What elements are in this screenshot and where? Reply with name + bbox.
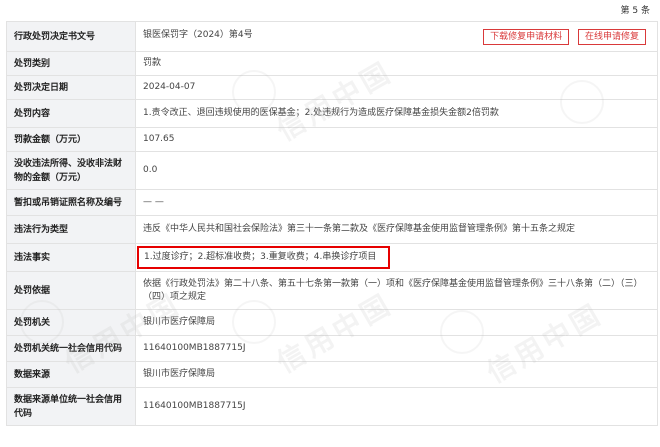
- label-data-source: 数据来源: [6, 361, 136, 388]
- value-source-credit-code: 11640100MB1887715J: [135, 387, 658, 426]
- table-row: 违法事实 1.过度诊疗；2.超标准收费；3.重复收费；4.串换诊疗项目: [6, 243, 658, 272]
- table-row: 处罚机关 银川市医疗保障局: [6, 309, 658, 336]
- download-repair-materials-button[interactable]: 下载修复申请材料: [483, 28, 570, 45]
- table-row: 数据来源 银川市医疗保障局: [6, 361, 658, 388]
- online-repair-application-button[interactable]: 在线申请修复: [577, 28, 646, 45]
- table-row: 罚款金额（万元） 107.65: [6, 127, 658, 152]
- table-row: 处罚依据 依据《行政处罚法》第二十八条、第五十七条第一款第（一）项和《医疗保障基…: [6, 271, 658, 310]
- value-fine-amount: 107.65: [135, 127, 658, 152]
- table-row: 处罚类别 罚款: [6, 51, 658, 76]
- table-row: 数据来源单位统一社会信用代码 11640100MB1887715J: [6, 387, 658, 426]
- label-penalty-category: 处罚类别: [6, 51, 136, 76]
- table-row: 暂扣或吊销证照名称及编号 — —: [6, 189, 658, 216]
- label-decision-number: 行政处罚决定书文号: [6, 21, 136, 52]
- label-penalty-basis: 处罚依据: [6, 271, 136, 310]
- table-row: 处罚内容 1.责令改正、退回违规使用的医保基金；2.处违规行为造成医疗保障基金损…: [6, 99, 658, 128]
- label-penalty-authority: 处罚机关: [6, 309, 136, 336]
- value-penalty-category: 罚款: [135, 51, 658, 76]
- label-confiscation-amount: 没收违法所得、没收非法财物的金额（万元）: [6, 151, 136, 190]
- penalty-detail-table: 行政处罚决定书文号 银医保罚字（2024）第4号 下载修复申请材料 在线申请修复…: [6, 21, 658, 426]
- violation-facts-highlight: 1.过度诊疗；2.超标准收费；3.重复收费；4.串换诊疗项目: [137, 246, 391, 269]
- label-decision-date: 处罚决定日期: [6, 75, 136, 100]
- label-penalty-content: 处罚内容: [6, 99, 136, 128]
- table-row: 没收违法所得、没收非法财物的金额（万元） 0.0: [6, 151, 658, 190]
- value-decision-date: 2024-04-07: [135, 75, 658, 100]
- value-confiscation-amount: 0.0: [135, 151, 658, 190]
- value-decision-number: 银医保罚字（2024）第4号: [143, 29, 253, 40]
- label-license-revocation: 暂扣或吊销证照名称及编号: [6, 189, 136, 216]
- label-authority-credit-code: 处罚机关统一社会信用代码: [6, 335, 136, 362]
- table-row: 行政处罚决定书文号 银医保罚字（2024）第4号 下载修复申请材料 在线申请修复: [6, 21, 658, 52]
- label-violation-type: 违法行为类型: [6, 215, 136, 244]
- label-source-credit-code: 数据来源单位统一社会信用代码: [6, 387, 136, 426]
- value-penalty-basis: 依据《行政处罚法》第二十八条、第五十七条第一款第（一）项和《医疗保障基金使用监督…: [135, 271, 658, 310]
- record-number: 第 5 条: [620, 6, 650, 16]
- value-authority-credit-code: 11640100MB1887715J: [135, 335, 658, 362]
- table-row: 处罚机关统一社会信用代码 11640100MB1887715J: [6, 335, 658, 362]
- value-violation-type: 违反《中华人民共和国社会保险法》第三十一条第二款及《医疗保障基金使用监督管理条例…: [135, 215, 658, 244]
- value-violation-facts: 1.过度诊疗；2.超标准收费；3.重复收费；4.串换诊疗项目: [144, 252, 377, 262]
- label-violation-facts: 违法事实: [6, 243, 136, 272]
- value-penalty-content: 1.责令改正、退回违规使用的医保基金；2.处违规行为造成医疗保障基金损失金额2倍…: [135, 99, 658, 128]
- value-penalty-authority: 银川市医疗保障局: [135, 309, 658, 336]
- table-row: 违法行为类型 违反《中华人民共和国社会保险法》第三十一条第二款及《医疗保障基金使…: [6, 215, 658, 244]
- table-row: 处罚决定日期 2024-04-07: [6, 75, 658, 100]
- label-fine-amount: 罚款金额（万元）: [6, 127, 136, 152]
- value-license-revocation: — —: [135, 189, 658, 216]
- value-data-source: 银川市医疗保障局: [135, 361, 658, 388]
